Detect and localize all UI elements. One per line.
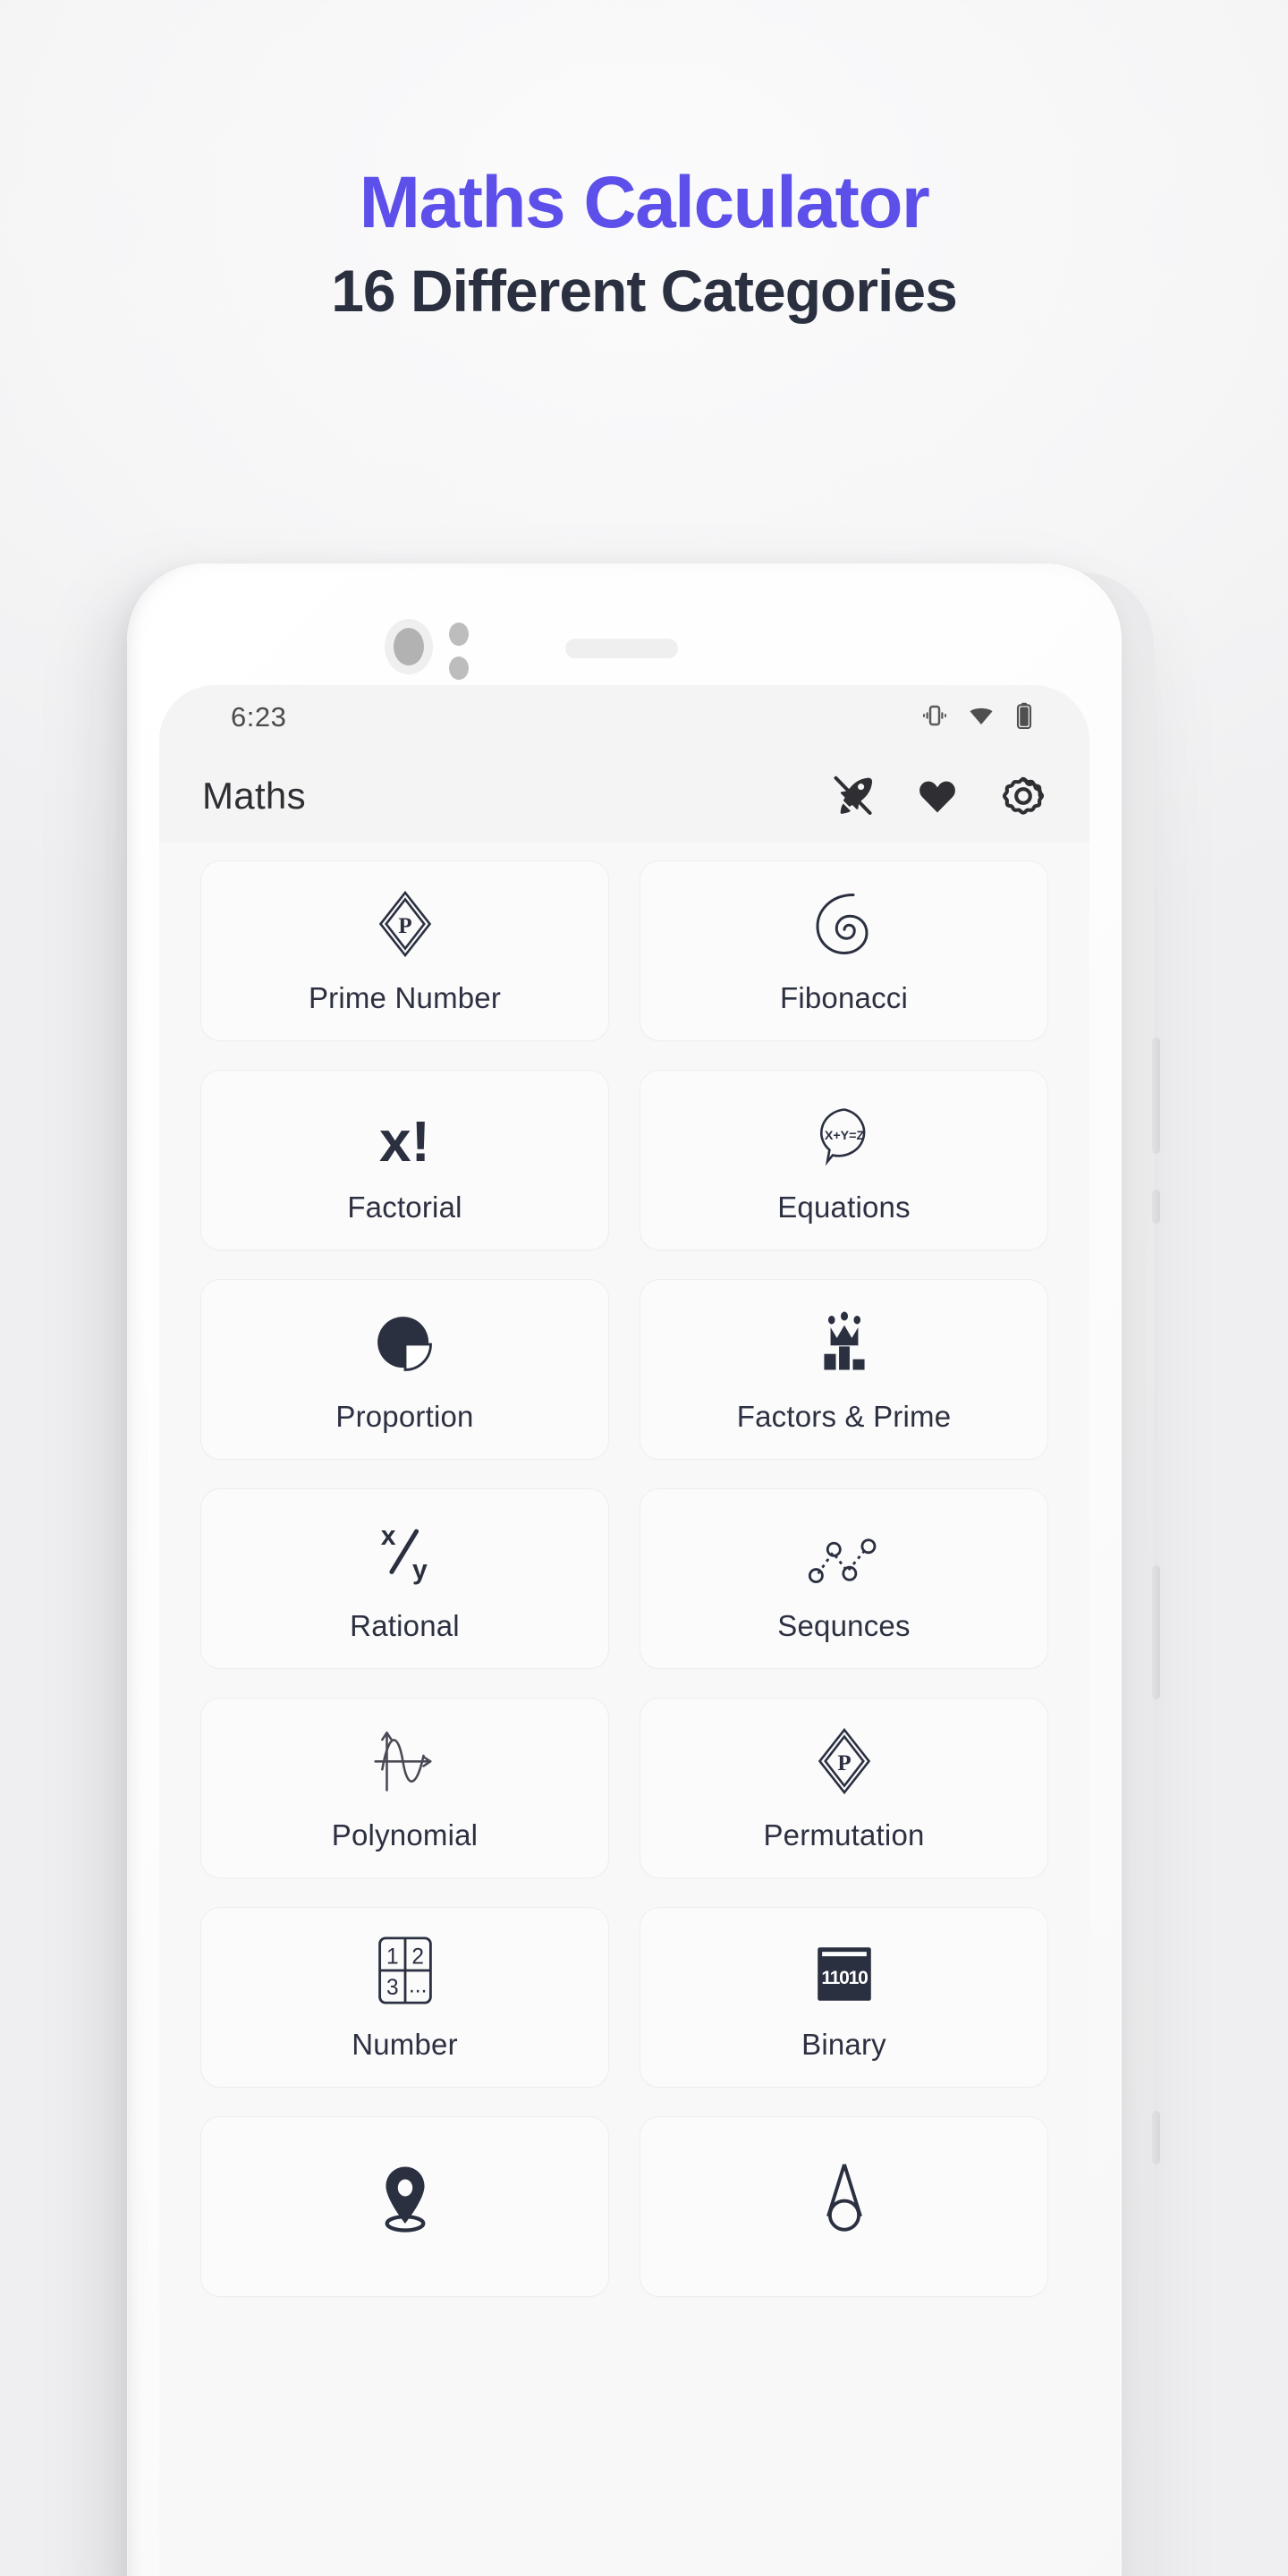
category-card-polynomial[interactable]: Polynomial — [200, 1698, 609, 1878]
pie-chart-icon — [371, 1305, 439, 1378]
category-label: Factorial — [347, 1191, 462, 1224]
phone-side-button — [1152, 1565, 1160, 1699]
category-card-factorial[interactable]: x! Factorial — [200, 1070, 609, 1250]
category-card-binary[interactable]: 11010 Binary — [640, 1907, 1048, 2088]
category-card-number[interactable]: 1 2 3 ... Number — [200, 1907, 609, 2088]
category-card-prime-number[interactable]: P Prime Number — [200, 860, 609, 1041]
category-card-factors-and-prime[interactable]: Factors & Prime — [640, 1279, 1048, 1460]
phone-camera-row — [127, 610, 1122, 680]
binary-book-icon: 11010 — [812, 1933, 877, 2006]
category-label: Binary — [801, 2028, 886, 2061]
x-factorial-icon: x! — [379, 1109, 430, 1174]
crown-bars-icon — [810, 1305, 878, 1378]
camera-sensor-dot-icon — [449, 657, 469, 680]
app-bar: Maths — [159, 750, 1089, 843]
earpiece-speaker — [565, 639, 678, 658]
category-label: Number — [352, 2028, 458, 2061]
category-label: Fibonacci — [779, 981, 909, 1014]
heart-icon[interactable] — [916, 775, 959, 818]
category-card-permutation[interactable]: P Permutation — [640, 1698, 1048, 1878]
promo-header: Maths Calculator 16 Different Categories — [0, 0, 1288, 324]
phone-side-button — [1152, 1190, 1160, 1224]
page-subtitle: 16 Different Categories — [331, 258, 958, 324]
category-card-fibonacci[interactable]: Fibonacci — [640, 860, 1048, 1041]
phone-mockup: 6:23 Maths P Prime Number Fibonacci x! F… — [127, 564, 1122, 2576]
gear-icon[interactable] — [1000, 773, 1046, 819]
category-card-rational[interactable]: x y Rational — [200, 1488, 609, 1669]
cone-pendulum-icon — [812, 2159, 877, 2233]
category-label: Proportion — [335, 1400, 474, 1433]
svg-text:...: ... — [408, 1974, 426, 1998]
number-grid-icon: 1 2 3 ... — [375, 1933, 436, 2006]
svg-text:X+Y=Z: X+Y=Z — [824, 1129, 864, 1143]
category-label: Polynomial — [331, 1818, 479, 1852]
category-label: Permutation — [763, 1818, 925, 1852]
category-label: Equations — [777, 1191, 911, 1224]
svg-text:1: 1 — [386, 1945, 398, 1969]
diamond-p-icon: P — [369, 886, 441, 960]
category-card-location[interactable] — [200, 2116, 609, 2297]
wave-axes-icon — [369, 1724, 442, 1797]
svg-text:x: x — [380, 1521, 395, 1551]
category-label: Factors & Prime — [736, 1400, 952, 1433]
category-label: Prime Number — [308, 981, 502, 1014]
status-bar: 6:23 — [159, 685, 1089, 750]
category-card-sequnces[interactable]: Sequnces — [640, 1488, 1048, 1669]
svg-text:3: 3 — [386, 1976, 398, 2000]
phone-screen: 6:23 Maths P Prime Number Fibonacci x! F… — [159, 685, 1089, 2576]
share-rocket-icon[interactable] — [830, 774, 875, 818]
x-over-y-icon: x y — [373, 1514, 437, 1588]
camera-lens-icon — [385, 619, 433, 674]
category-card-proportion[interactable]: Proportion — [200, 1279, 609, 1460]
svg-text:P: P — [398, 914, 411, 938]
camera-sensor-dot-icon — [449, 623, 469, 646]
vibrate-icon — [921, 702, 948, 733]
category-label: Rational — [350, 1609, 460, 1642]
speech-bubble-equation-icon: X+Y=Z — [810, 1096, 878, 1169]
wifi-icon — [968, 702, 995, 733]
svg-text:y: y — [411, 1555, 427, 1585]
category-label: Sequnces — [777, 1609, 911, 1642]
phone-side-button — [1152, 1038, 1160, 1154]
diamond-p-icon: P — [809, 1724, 880, 1797]
location-pin-icon — [371, 2159, 439, 2233]
status-bar-clock: 6:23 — [231, 701, 287, 733]
category-card-equations[interactable]: X+Y=Z Equations — [640, 1070, 1048, 1250]
battery-icon — [1014, 702, 1034, 733]
phone-side-button — [1152, 2111, 1160, 2165]
page-title: Maths Calculator — [359, 162, 930, 243]
category-grid: P Prime Number Fibonacci x! Factorial X+… — [159, 843, 1089, 2297]
category-card-cone[interactable] — [640, 2116, 1048, 2297]
svg-text:2: 2 — [411, 1945, 424, 1969]
connected-dots-icon — [808, 1514, 881, 1588]
svg-text:P: P — [837, 1751, 851, 1775]
app-bar-title: Maths — [202, 775, 306, 817]
spiral-icon — [809, 886, 880, 960]
svg-text:11010: 11010 — [821, 1968, 868, 1988]
